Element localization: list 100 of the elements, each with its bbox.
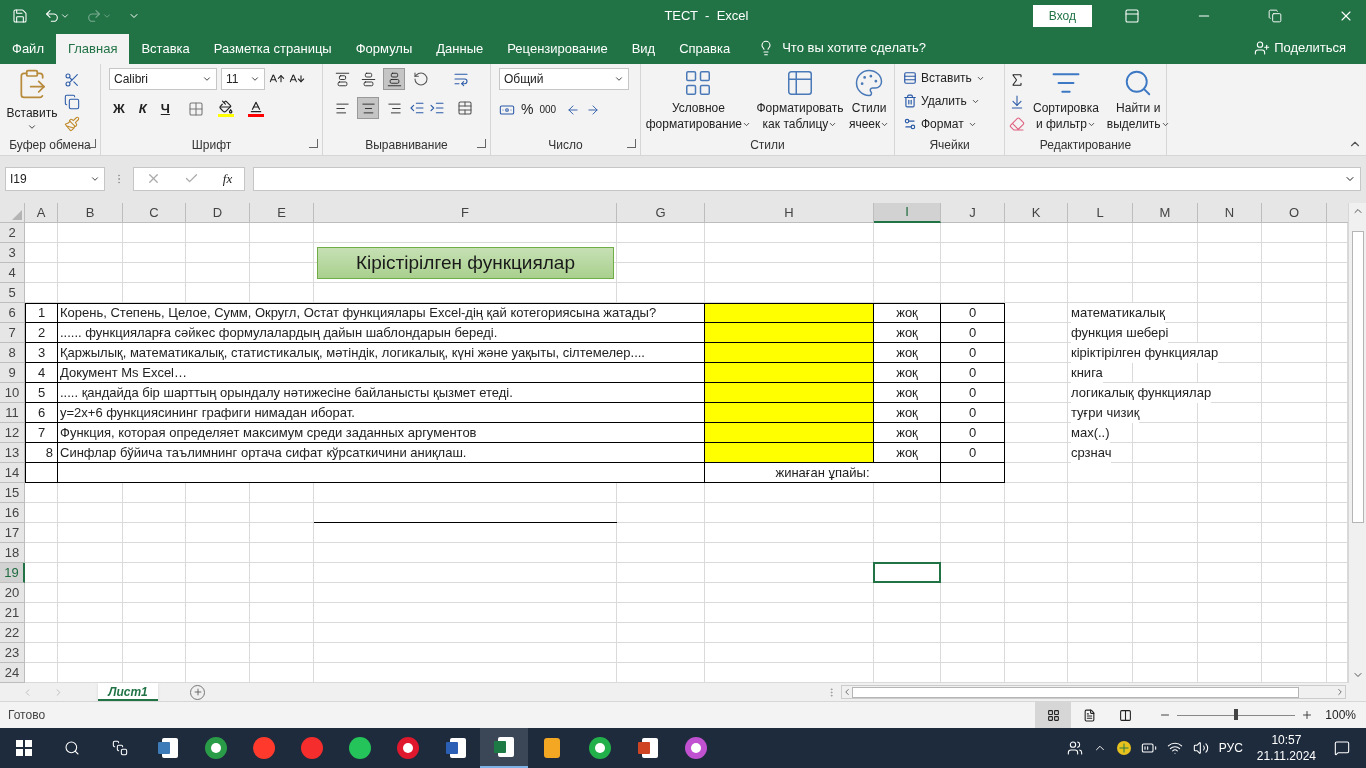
font-name-field[interactable]: Calibri (109, 68, 217, 90)
insert-rows-icon[interactable] (903, 71, 917, 85)
answer-cell[interactable] (705, 323, 874, 343)
windows-logo-icon[interactable] (16, 740, 32, 756)
dialog-launcher-icon[interactable] (477, 139, 486, 148)
row-header[interactable]: 6 (0, 303, 25, 323)
zoom-thumb[interactable] (1234, 709, 1239, 720)
people-icon[interactable] (1066, 740, 1083, 756)
row-header[interactable]: 15 (0, 483, 25, 503)
dialog-launcher-icon[interactable] (627, 139, 636, 148)
app-icon[interactable] (480, 728, 528, 768)
volume-icon[interactable] (1192, 740, 1209, 756)
row-header[interactable]: 17 (0, 523, 25, 543)
borders-icon[interactable] (187, 100, 204, 117)
column-header[interactable]: B (58, 203, 123, 223)
column-header[interactable]: F (314, 203, 617, 223)
caret-icon[interactable] (27, 122, 37, 132)
italic-button[interactable]: К (134, 99, 151, 119)
thousands-button[interactable]: 000 (539, 102, 557, 117)
search-icon[interactable] (64, 740, 80, 756)
grid-icon[interactable] (1046, 708, 1060, 722)
underline-button[interactable]: Ч (156, 99, 174, 119)
task-view-icon[interactable] (112, 740, 128, 756)
orientation-icon[interactable] (413, 71, 429, 87)
columns-icon[interactable] (1118, 708, 1132, 722)
scroll-left-icon[interactable] (842, 687, 852, 697)
merge-icon[interactable] (457, 100, 473, 116)
cut-icon[interactable] (64, 72, 80, 88)
normal-view-button[interactable] (1035, 702, 1072, 728)
wifi-icon[interactable] (1166, 740, 1183, 756)
notifications-icon[interactable] (1334, 740, 1350, 756)
undo-icon[interactable] (44, 8, 60, 24)
indent-increase-icon[interactable] (429, 100, 445, 116)
answer-cell[interactable] (705, 363, 874, 383)
percent-button[interactable]: % (521, 99, 534, 120)
column-header[interactable]: J (941, 203, 1005, 223)
row-header[interactable]: 16 (0, 503, 25, 523)
column-header[interactable]: K (1005, 203, 1068, 223)
paste-button[interactable]: Вставить (4, 68, 60, 132)
row-header[interactable]: 20 (0, 583, 25, 603)
ribbon-tab[interactable]: Вставка (129, 34, 202, 64)
answer-cell[interactable] (705, 383, 874, 403)
horizontal-scrollbar[interactable] (841, 685, 1346, 699)
sign-in-button[interactable]: Вход (1032, 5, 1092, 27)
ribbon-display-icon[interactable] (1124, 8, 1140, 24)
editing-button[interactable]: Найти и выделить (1106, 68, 1170, 132)
column-header[interactable]: E (250, 203, 314, 223)
answer-cell[interactable] (705, 403, 874, 423)
row-header[interactable]: 2 (0, 223, 25, 243)
vertical-scrollbar[interactable] (1348, 203, 1366, 683)
restore-icon[interactable] (1268, 9, 1282, 23)
row-header[interactable]: 19 (0, 563, 25, 583)
clock[interactable]: 10:57 21.11.2024 (1256, 732, 1316, 764)
indent-decrease-icon[interactable] (409, 100, 425, 116)
row-header[interactable]: 22 (0, 623, 25, 643)
decrease-decimal-icon[interactable] (586, 102, 601, 117)
ribbon-tab[interactable]: Файл (0, 34, 56, 64)
page-icon[interactable] (1082, 708, 1096, 722)
sheet-tab[interactable]: Лист1 (98, 683, 158, 701)
ribbon-tab[interactable]: Разметка страницы (201, 34, 344, 64)
zoom-level[interactable]: 100% (1325, 706, 1356, 724)
scroll-thumb[interactable] (1351, 231, 1364, 523)
styles-button[interactable]: Форматировать как таблицу (756, 68, 844, 132)
ribbon-tab[interactable]: Данные (424, 34, 496, 64)
answer-cell[interactable] (705, 423, 874, 443)
font-size-field[interactable]: 11 (221, 68, 265, 90)
bold-button[interactable]: Ж (109, 99, 129, 119)
increase-decimal-icon[interactable] (566, 102, 581, 117)
column-header[interactable]: M (1133, 203, 1198, 223)
fill-icon[interactable] (1009, 94, 1025, 110)
dialog-launcher-icon[interactable] (309, 139, 318, 148)
scroll-right-icon[interactable] (1335, 687, 1345, 697)
palette-icon[interactable] (854, 68, 885, 98)
row-header[interactable]: 5 (0, 283, 25, 303)
share-icon[interactable] (1254, 40, 1271, 56)
row-header[interactable]: 7 (0, 323, 25, 343)
copy-icon[interactable] (64, 94, 80, 110)
column-header[interactable]: G (617, 203, 705, 223)
wrap-text-icon[interactable] (453, 71, 469, 87)
scroll-thumb[interactable] (852, 686, 1299, 698)
fill-color-button[interactable] (217, 100, 234, 118)
insert-function-button[interactable]: fx (222, 168, 233, 189)
column-header[interactable]: I (874, 203, 941, 223)
ribbon-tab[interactable]: Главная (55, 34, 130, 64)
caret-icon[interactable] (60, 11, 70, 21)
column-header[interactable]: L (1068, 203, 1133, 223)
styles-button[interactable]: Стили ячеек (848, 68, 890, 132)
caret-icon[interactable] (250, 74, 260, 84)
row-header[interactable]: 14 (0, 463, 25, 483)
delete-icon[interactable] (903, 94, 917, 108)
caret-icon[interactable] (614, 74, 624, 84)
column-header[interactable]: H (705, 203, 874, 223)
styles-button[interactable]: Условное форматирование (645, 68, 752, 132)
row-header[interactable]: 8 (0, 343, 25, 363)
column-header[interactable]: N (1198, 203, 1262, 223)
column-header[interactable]: O (1262, 203, 1327, 223)
row-header[interactable]: 13 (0, 443, 25, 463)
ribbon-tab[interactable]: Рецензирование (495, 34, 620, 64)
row-header[interactable]: 9 (0, 363, 25, 383)
row-header[interactable]: 12 (0, 423, 25, 443)
